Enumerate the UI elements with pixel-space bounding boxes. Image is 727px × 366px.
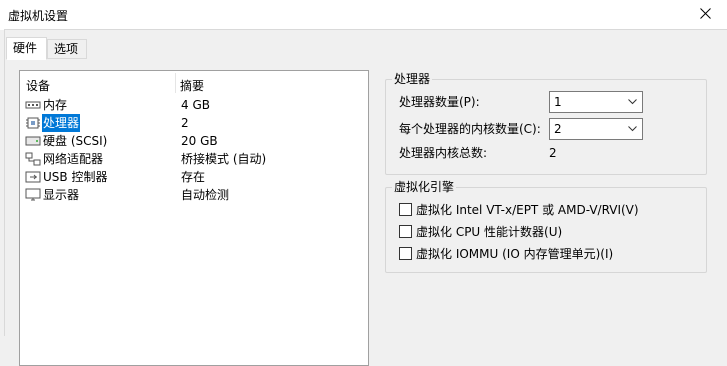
device-summary: 桥接模式 (自动) — [181, 152, 267, 166]
device-row-network-adapter[interactable]: 网络适配器 桥接模式 (自动) — [21, 150, 367, 168]
processor-count-value: 1 — [554, 95, 562, 109]
tab-options[interactable]: 选项 — [47, 39, 87, 59]
column-header-device[interactable]: 设备 — [26, 77, 50, 94]
virtualization-group-title: 虚拟化引擎 — [392, 179, 457, 195]
column-divider — [175, 73, 176, 93]
device-row-hard-disk[interactable]: 硬盘 (SCSI) 20 GB — [21, 132, 367, 150]
device-row-processor[interactable]: 处理器 2 — [21, 114, 367, 132]
processors-group-title: 处理器 — [392, 71, 433, 87]
close-icon — [700, 8, 711, 19]
virtualize-iommu-label: 虚拟化 IOMMU (IO 内存管理单元)(I) — [416, 247, 614, 261]
device-row-usb-controller[interactable]: USB 控制器 存在 — [21, 168, 367, 186]
device-summary: 存在 — [181, 170, 206, 184]
window-title: 虚拟机设置 — [8, 9, 69, 23]
memory-icon — [25, 101, 41, 109]
column-header-summary[interactable]: 摘要 — [180, 77, 204, 94]
device-name: 显示器 — [43, 188, 80, 202]
device-name: 处理器 — [42, 114, 81, 132]
device-summary: 2 — [181, 116, 189, 130]
device-summary: 4 GB — [181, 98, 210, 112]
device-name: USB 控制器 — [43, 170, 108, 184]
chevron-down-icon — [628, 126, 637, 132]
cores-per-processor-value: 2 — [554, 122, 562, 136]
device-row-memory[interactable]: 内存 4 GB — [21, 96, 367, 114]
virtualize-iommu-checkbox[interactable] — [399, 247, 412, 260]
title-bar: 虚拟机设置 — [0, 0, 727, 30]
device-name: 内存 — [43, 98, 68, 112]
network-adapter-icon — [25, 152, 41, 166]
virtualize-vtx-label: 虚拟化 Intel VT-x/EPT 或 AMD-V/RVI(V) — [416, 203, 639, 217]
chevron-down-icon — [628, 99, 637, 105]
device-row-display[interactable]: 显示器 自动检测 — [21, 186, 367, 204]
display-icon — [25, 188, 41, 201]
total-cores-label: 处理器内核总数: — [399, 146, 488, 160]
processor-count-select[interactable]: 1 — [549, 91, 643, 113]
device-list[interactable]: 设备 摘要 内存 4 GB 处理器 2 硬盘 (SCSI) 20 GB 网络适配… — [19, 70, 369, 366]
close-button[interactable] — [684, 0, 727, 28]
device-name: 网络适配器 — [43, 152, 104, 166]
cores-per-processor-select[interactable]: 2 — [549, 118, 643, 140]
tab-hardware[interactable]: 硬件 — [6, 37, 47, 60]
total-cores-value: 2 — [549, 146, 557, 160]
device-name: 硬盘 (SCSI) — [43, 134, 108, 148]
processor-count-label: 处理器数量(P): — [399, 95, 480, 109]
virtualize-cpu-counters-label: 虚拟化 CPU 性能计数器(U) — [416, 225, 563, 239]
list-header: 设备 摘要 — [20, 71, 368, 97]
device-summary: 20 GB — [181, 134, 218, 148]
processor-icon — [26, 117, 40, 129]
virtualize-vtx-checkbox[interactable] — [399, 203, 412, 216]
virtualize-cpu-counters-checkbox[interactable] — [399, 225, 412, 238]
usb-controller-icon — [25, 171, 41, 183]
hard-disk-icon — [25, 136, 41, 146]
cores-per-processor-label: 每个处理器的内核数量(C): — [399, 122, 541, 136]
device-summary: 自动检测 — [181, 188, 230, 202]
